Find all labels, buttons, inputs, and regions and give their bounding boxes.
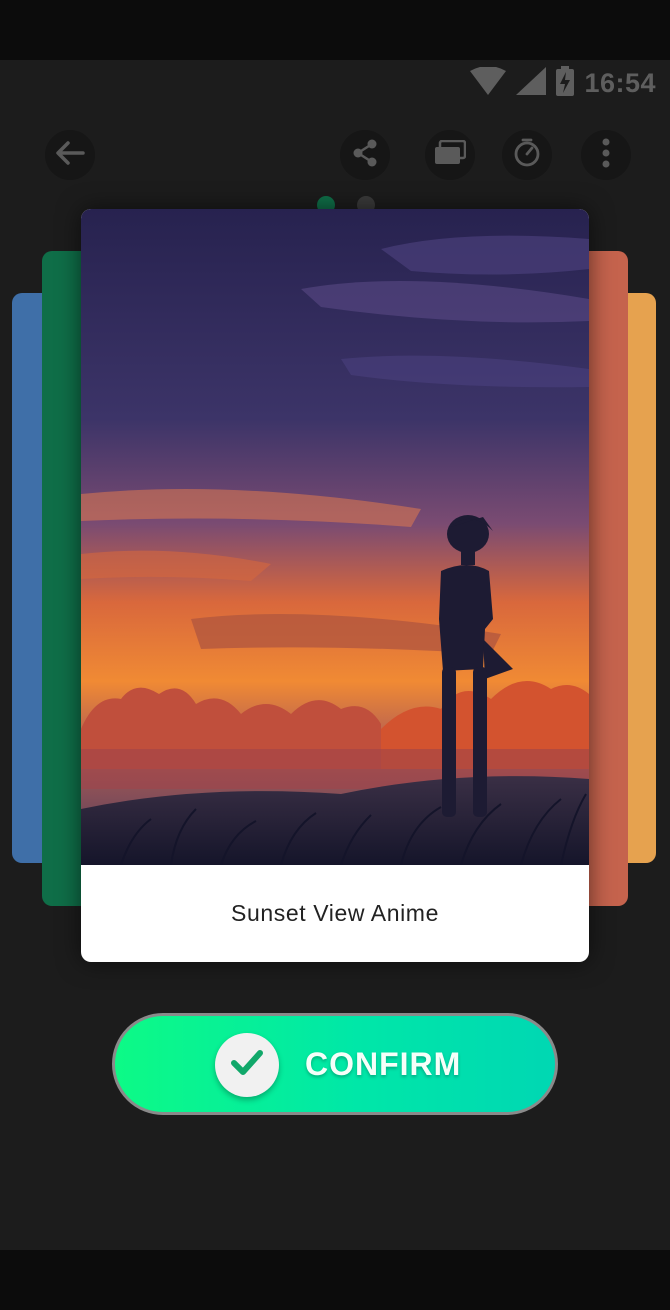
battery-charging-icon <box>556 66 575 101</box>
status-bar: 16:54 <box>0 60 670 104</box>
status-icons: 16:54 <box>470 66 656 101</box>
timer-icon <box>512 138 542 173</box>
toolbar <box>0 130 670 182</box>
wallpaper-card[interactable]: Sunset View Anime <box>81 209 589 962</box>
wallpaper-image <box>81 209 589 866</box>
layers-button[interactable] <box>425 130 475 180</box>
back-arrow-icon <box>55 140 85 171</box>
top-system-band <box>0 0 670 60</box>
wifi-icon <box>470 66 507 100</box>
share-button[interactable] <box>340 130 390 180</box>
timer-button[interactable] <box>502 130 552 180</box>
layers-icon <box>434 139 467 171</box>
back-button[interactable] <box>45 130 95 180</box>
wallpaper-title: Sunset View Anime <box>231 900 439 926</box>
check-circle <box>215 1033 279 1097</box>
check-icon <box>230 1049 264 1082</box>
bottom-system-band <box>0 1250 670 1310</box>
share-icon <box>352 139 378 172</box>
more-options-button[interactable] <box>581 130 631 180</box>
confirm-label: CONFIRM <box>305 1046 462 1082</box>
more-vertical-icon <box>601 138 611 173</box>
status-time: 16:54 <box>584 68 656 98</box>
signal-icon <box>516 67 547 100</box>
confirm-button[interactable]: CONFIRM <box>112 1013 558 1115</box>
